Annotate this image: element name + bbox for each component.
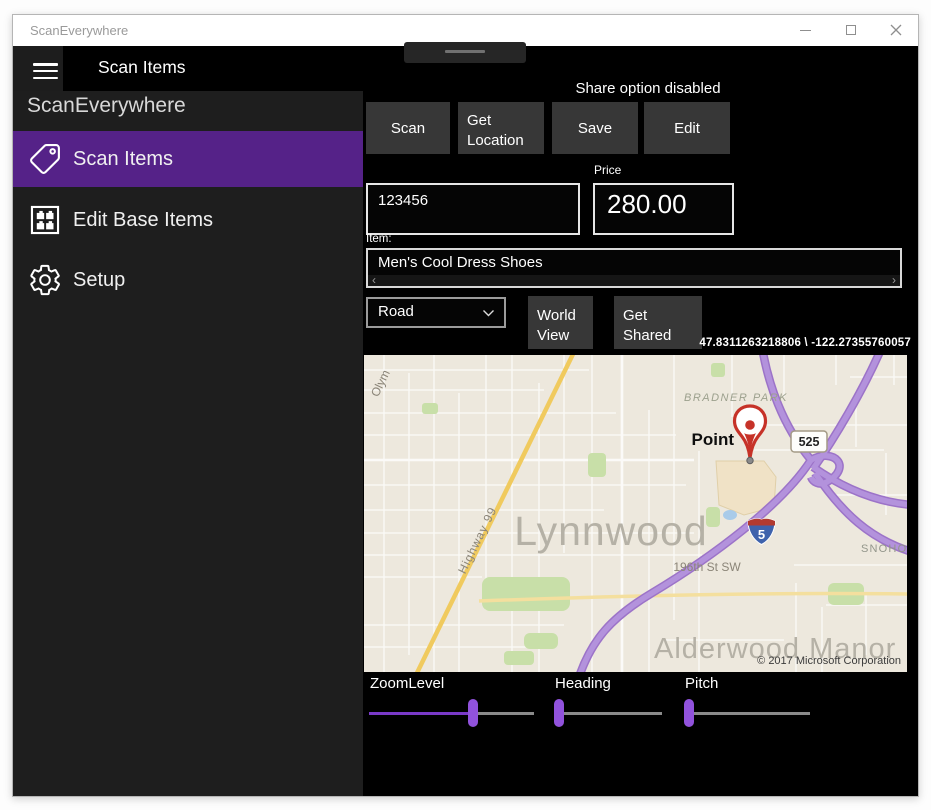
item-label: Item: — [366, 233, 392, 245]
sidebar-item-label: Scan Items — [73, 148, 174, 170]
maximize-button[interactable] — [828, 15, 873, 45]
gear-icon — [28, 263, 62, 297]
map-copyright: © 2017 Microsoft Corporation — [757, 655, 901, 667]
app-region: Scan Items ScanEverywhere Scan Items Edi… — [13, 42, 931, 796]
city-label: Lynnwood — [514, 508, 707, 554]
edit-button[interactable]: Edit — [644, 102, 730, 154]
pond — [723, 510, 737, 520]
slider-thumb[interactable] — [468, 699, 479, 727]
menu-icon — [33, 63, 58, 66]
street-label: 196th St SW — [673, 560, 741, 574]
menu-icon — [33, 76, 58, 80]
interstate-badge-text: 5 — [758, 527, 765, 542]
menu-icon — [33, 69, 58, 73]
scan-button[interactable]: Scan — [366, 102, 450, 154]
coordinates-text: 47.8311263218806 \ -122.27355760057 — [699, 337, 911, 349]
tag-icon — [28, 142, 62, 176]
county-label: SNOHOMISH — [861, 543, 907, 555]
window-title: ScanEverywhere — [30, 23, 129, 38]
park-label: BRADNER PARK — [684, 392, 788, 404]
app-window: ScanEverywhere Scan Items ScanEverywhere — [12, 14, 931, 797]
pitch-slider[interactable] — [684, 699, 810, 727]
get-shared-button[interactable]: Get Shared — [614, 296, 702, 349]
slider-track[interactable] — [554, 712, 662, 715]
grip-handle[interactable] — [404, 42, 526, 63]
zoomlevel-slider[interactable] — [369, 699, 534, 727]
pitch-slider-group: Pitch — [684, 675, 810, 727]
pitch-slider-label: Pitch — [685, 675, 719, 692]
close-icon — [890, 24, 901, 36]
route-badge-text: 525 — [799, 435, 820, 449]
world-view-button[interactable]: World View — [528, 296, 593, 349]
scroll-left-icon[interactable]: ‹ — [372, 273, 376, 287]
heading-slider[interactable] — [554, 699, 662, 727]
price-label: Price — [594, 163, 622, 177]
close-button[interactable] — [873, 15, 918, 45]
desktop: ScanEverywhere Scan Items ScanEverywhere — [0, 0, 931, 810]
sidebar: ScanEverywhere Scan Items Edit Base Item… — [13, 91, 363, 796]
get-location-button[interactable]: Get Location — [458, 102, 544, 154]
map-view[interactable]: Lynnwood Alderwood Manor BRADNER PARK SN… — [364, 345, 931, 679]
sidebar-item-edit-base-items[interactable]: Edit Base Items — [13, 192, 363, 248]
sidebar-item-scan-items[interactable]: Scan Items — [13, 131, 363, 187]
item-input[interactable]: Men's Cool Dress Shoes ‹ › — [366, 248, 902, 288]
sidebar-item-label: Edit Base Items — [73, 209, 214, 231]
item-value: Men's Cool Dress Shoes — [378, 254, 543, 271]
slider-track[interactable] — [684, 712, 810, 715]
slider-thumb[interactable] — [554, 699, 564, 727]
slider-fill — [369, 712, 474, 715]
heading-slider-group: Heading — [554, 675, 662, 727]
pin-label: Point — [692, 430, 735, 449]
page-title: Scan Items — [98, 57, 186, 77]
minimize-button[interactable] — [783, 15, 828, 45]
zoomlevel-slider-group: ZoomLevel — [369, 675, 534, 727]
map-style-value: Road — [378, 303, 414, 320]
price-input[interactable]: 280.00 — [593, 183, 734, 235]
map-style-dropdown[interactable]: Road — [366, 297, 506, 328]
window-controls — [783, 15, 918, 46]
grip-icon — [445, 50, 485, 53]
grid-icon — [28, 203, 62, 237]
zoomlevel-slider-label: ZoomLevel — [370, 675, 445, 692]
heading-slider-label: Heading — [555, 675, 611, 692]
maximize-icon — [845, 25, 856, 35]
barcode-input[interactable]: 123456 — [366, 183, 580, 235]
slider-thumb[interactable] — [684, 699, 694, 727]
sidebar-item-label: Setup — [73, 269, 126, 291]
share-status-text: Share option disabled — [575, 80, 721, 97]
save-button[interactable]: Save — [552, 102, 638, 154]
sidebar-item-setup[interactable]: Setup — [13, 252, 363, 308]
sidebar-app-title: ScanEverywhere — [27, 94, 186, 117]
route-badge-525: 525 — [790, 430, 828, 453]
chevron-down-icon — [483, 310, 494, 317]
minimize-icon — [800, 29, 811, 31]
item-horizontal-scrollbar[interactable]: ‹ › — [368, 273, 900, 287]
scroll-right-icon[interactable]: › — [892, 273, 896, 287]
hamburger-button[interactable] — [13, 46, 63, 91]
